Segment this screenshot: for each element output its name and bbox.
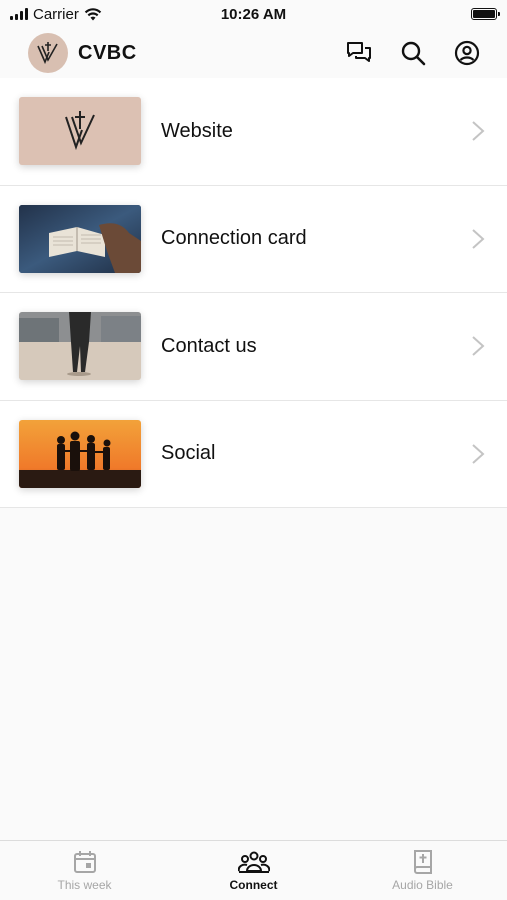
logo-thumbnail-icon bbox=[65, 111, 95, 151]
header-actions bbox=[345, 39, 481, 67]
signal-icon bbox=[10, 8, 28, 20]
person-standing-photo-icon bbox=[19, 312, 141, 381]
messages-button[interactable] bbox=[345, 39, 373, 67]
menu-item-label: Contact us bbox=[161, 334, 257, 357]
calendar-icon bbox=[73, 851, 96, 873]
menu-item-contact-us[interactable]: Contact us bbox=[0, 293, 507, 401]
tab-this-week[interactable]: This week bbox=[0, 841, 169, 900]
tab-label: Audio Bible bbox=[392, 878, 453, 892]
brand-name: CVBC bbox=[78, 41, 137, 64]
carrier-label: Carrier bbox=[33, 5, 79, 23]
connection-card-thumbnail bbox=[19, 204, 141, 273]
menu-item-connection-card[interactable]: Connection card bbox=[0, 185, 507, 293]
battery-icon bbox=[471, 8, 500, 20]
menu-item-label: Connection card bbox=[161, 227, 307, 250]
people-icon bbox=[237, 851, 270, 873]
sunset-family-photo-icon bbox=[19, 419, 141, 488]
chevron-right-icon bbox=[472, 121, 485, 141]
menu-item-label: Social bbox=[161, 442, 216, 465]
social-thumbnail bbox=[19, 419, 141, 488]
profile-icon bbox=[454, 40, 480, 66]
wifi-icon bbox=[84, 7, 102, 20]
tab-label: Connect bbox=[229, 878, 278, 892]
profile-button[interactable] bbox=[453, 39, 481, 67]
connect-menu-list: Website Connection card Contact us Socia… bbox=[0, 78, 507, 508]
menu-item-label: Website bbox=[161, 119, 233, 142]
chat-icon bbox=[347, 42, 371, 62]
bible-icon bbox=[413, 850, 432, 874]
website-thumbnail bbox=[19, 97, 141, 166]
chevron-right-icon bbox=[472, 444, 485, 464]
app-header: CVBC bbox=[0, 28, 507, 78]
status-bar: Carrier 10:26 AM bbox=[0, 0, 507, 28]
contact-us-thumbnail bbox=[19, 312, 141, 381]
chevron-right-icon bbox=[472, 336, 485, 356]
bible-photo-icon bbox=[19, 204, 141, 273]
church-logo[interactable] bbox=[28, 33, 68, 73]
tab-audio-bible[interactable]: Audio Bible bbox=[338, 841, 507, 900]
search-button[interactable] bbox=[399, 39, 427, 67]
tab-connect[interactable]: Connect bbox=[169, 841, 338, 900]
bottom-tab-bar: This week Connect Audio Bible bbox=[0, 840, 507, 900]
menu-item-social[interactable]: Social bbox=[0, 400, 507, 508]
search-icon bbox=[401, 41, 426, 66]
logo-mark-icon bbox=[37, 42, 58, 65]
chevron-right-icon bbox=[472, 229, 485, 249]
tab-label: This week bbox=[57, 878, 112, 892]
menu-item-website[interactable]: Website bbox=[0, 78, 507, 186]
status-left: Carrier bbox=[10, 6, 102, 23]
